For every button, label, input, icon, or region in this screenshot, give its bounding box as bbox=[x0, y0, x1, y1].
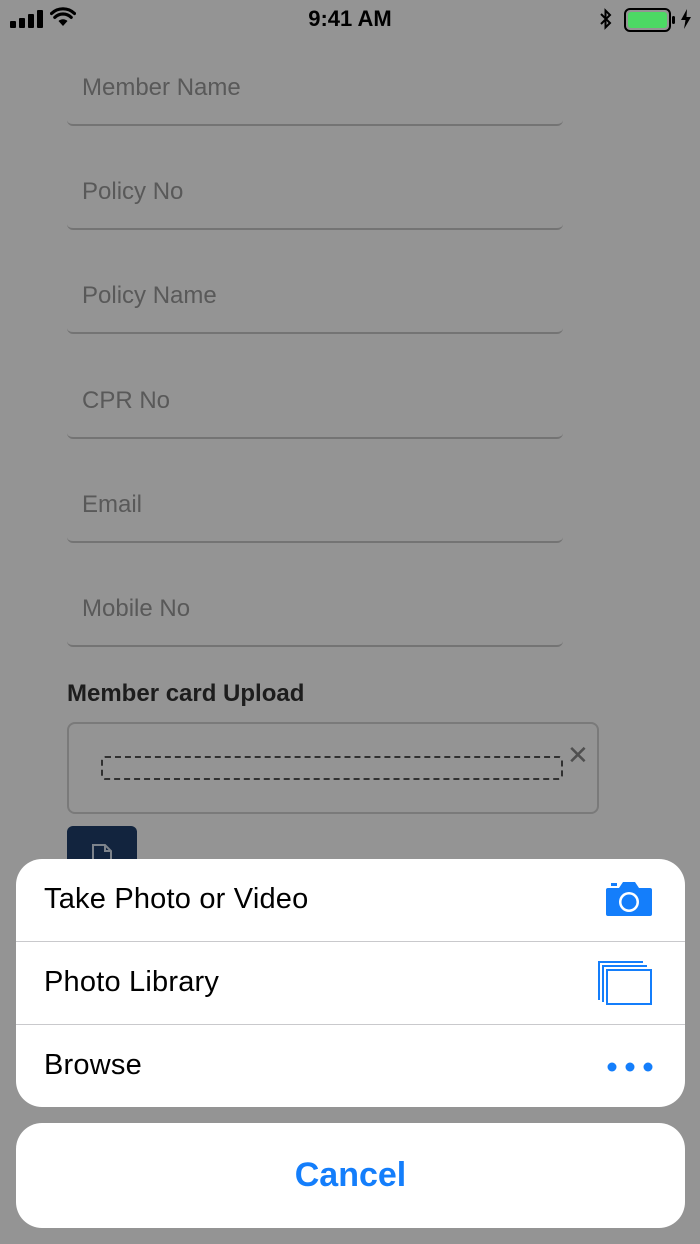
action-take-photo[interactable]: Take Photo or Video bbox=[16, 859, 685, 942]
camera-icon bbox=[606, 882, 652, 916]
action-label: Browse bbox=[44, 1049, 142, 1081]
action-browse[interactable]: Browse bbox=[16, 1025, 685, 1107]
action-photo-library[interactable]: Photo Library bbox=[16, 942, 685, 1025]
more-icon bbox=[607, 1062, 653, 1072]
action-label: Take Photo or Video bbox=[44, 883, 309, 915]
action-sheet: Take Photo or Video Photo Library Browse bbox=[16, 859, 685, 1107]
bluetooth-icon bbox=[600, 8, 612, 30]
charging-bolt-icon bbox=[681, 9, 691, 29]
cancel-label: Cancel bbox=[294, 1156, 407, 1194]
screen: Member card Upload ✕ 9:41 AM bbox=[0, 0, 700, 1244]
action-label: Photo Library bbox=[44, 966, 220, 998]
cancel-button[interactable]: Cancel bbox=[16, 1123, 685, 1228]
battery-icon bbox=[624, 8, 675, 32]
photo-library-icon bbox=[598, 961, 652, 1005]
status-bar: 9:41 AM bbox=[0, 0, 700, 40]
status-time: 9:41 AM bbox=[308, 6, 392, 31]
